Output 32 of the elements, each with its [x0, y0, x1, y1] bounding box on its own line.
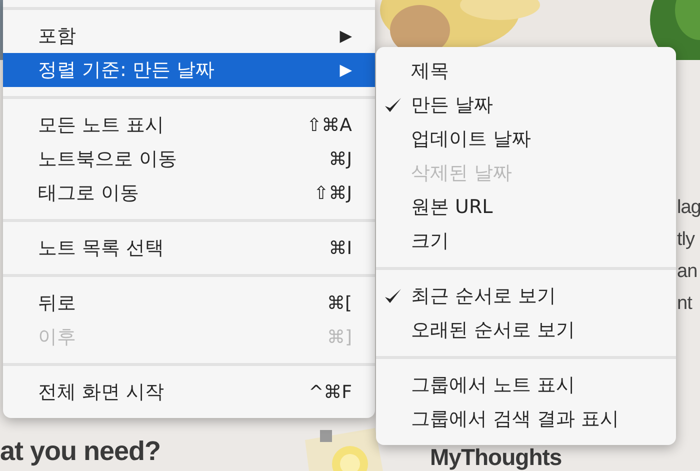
menu-item[interactable]: 업데이트 날짜: [376, 122, 676, 156]
menu-item[interactable]: 오래된 순서로 보기: [376, 313, 676, 347]
menu-item[interactable]: 그룹에서 노트 표시: [376, 368, 676, 402]
menu-item[interactable]: 전체 화면 시작 ^⌘F: [3, 375, 375, 409]
title-text: MyThoughts: [430, 444, 562, 471]
shortcut-text: ⌘[: [326, 292, 352, 316]
menu-item[interactable]: 원본 URL: [376, 190, 676, 224]
menu-item[interactable]: 노트 목록 선택 ⌘I: [3, 231, 375, 265]
menu-item[interactable]: 최근 순서로 보기: [376, 279, 676, 313]
menu-item[interactable]: 모든 노트 표시 ⇧⌘A: [3, 108, 375, 142]
submenu-arrow: ▶: [340, 25, 352, 47]
body-text: an: [677, 260, 698, 283]
body-text: lag: [677, 196, 700, 219]
body-text: nt: [677, 292, 694, 315]
heading-text: at you need?: [0, 436, 161, 467]
shortcut-text: ^⌘F: [308, 380, 352, 404]
menu-item[interactable]: 태그로 이동 ⇧⌘J: [3, 176, 375, 210]
shortcut-text: ⇧⌘J: [314, 182, 352, 206]
menu-item[interactable]: 크기: [376, 224, 676, 258]
menu-item[interactable]: 포함 ▶: [3, 19, 375, 53]
menu-item[interactable]: 노트북으로 이동 ⌘J: [3, 142, 375, 176]
shortcut-text: ⌘I: [328, 236, 352, 260]
shortcut-text: ⇧⌘A: [306, 114, 352, 138]
body-text: tly: [677, 228, 696, 251]
submenu-arrow: ▶: [340, 59, 352, 81]
menu-item[interactable]: 제목: [376, 54, 676, 88]
shortcut-text: ⌘]: [326, 326, 352, 350]
menu-item[interactable]: 정렬 기준: 만든 날짜 ▶: [3, 53, 375, 87]
menu-item[interactable]: 만든 날짜: [376, 88, 676, 122]
menu-item[interactable]: 그룹에서 검색 결과 표시: [376, 402, 676, 436]
shortcut-text: ⌘J: [328, 148, 352, 172]
menu-item[interactable]: 뒤로 ⌘[: [3, 286, 375, 320]
